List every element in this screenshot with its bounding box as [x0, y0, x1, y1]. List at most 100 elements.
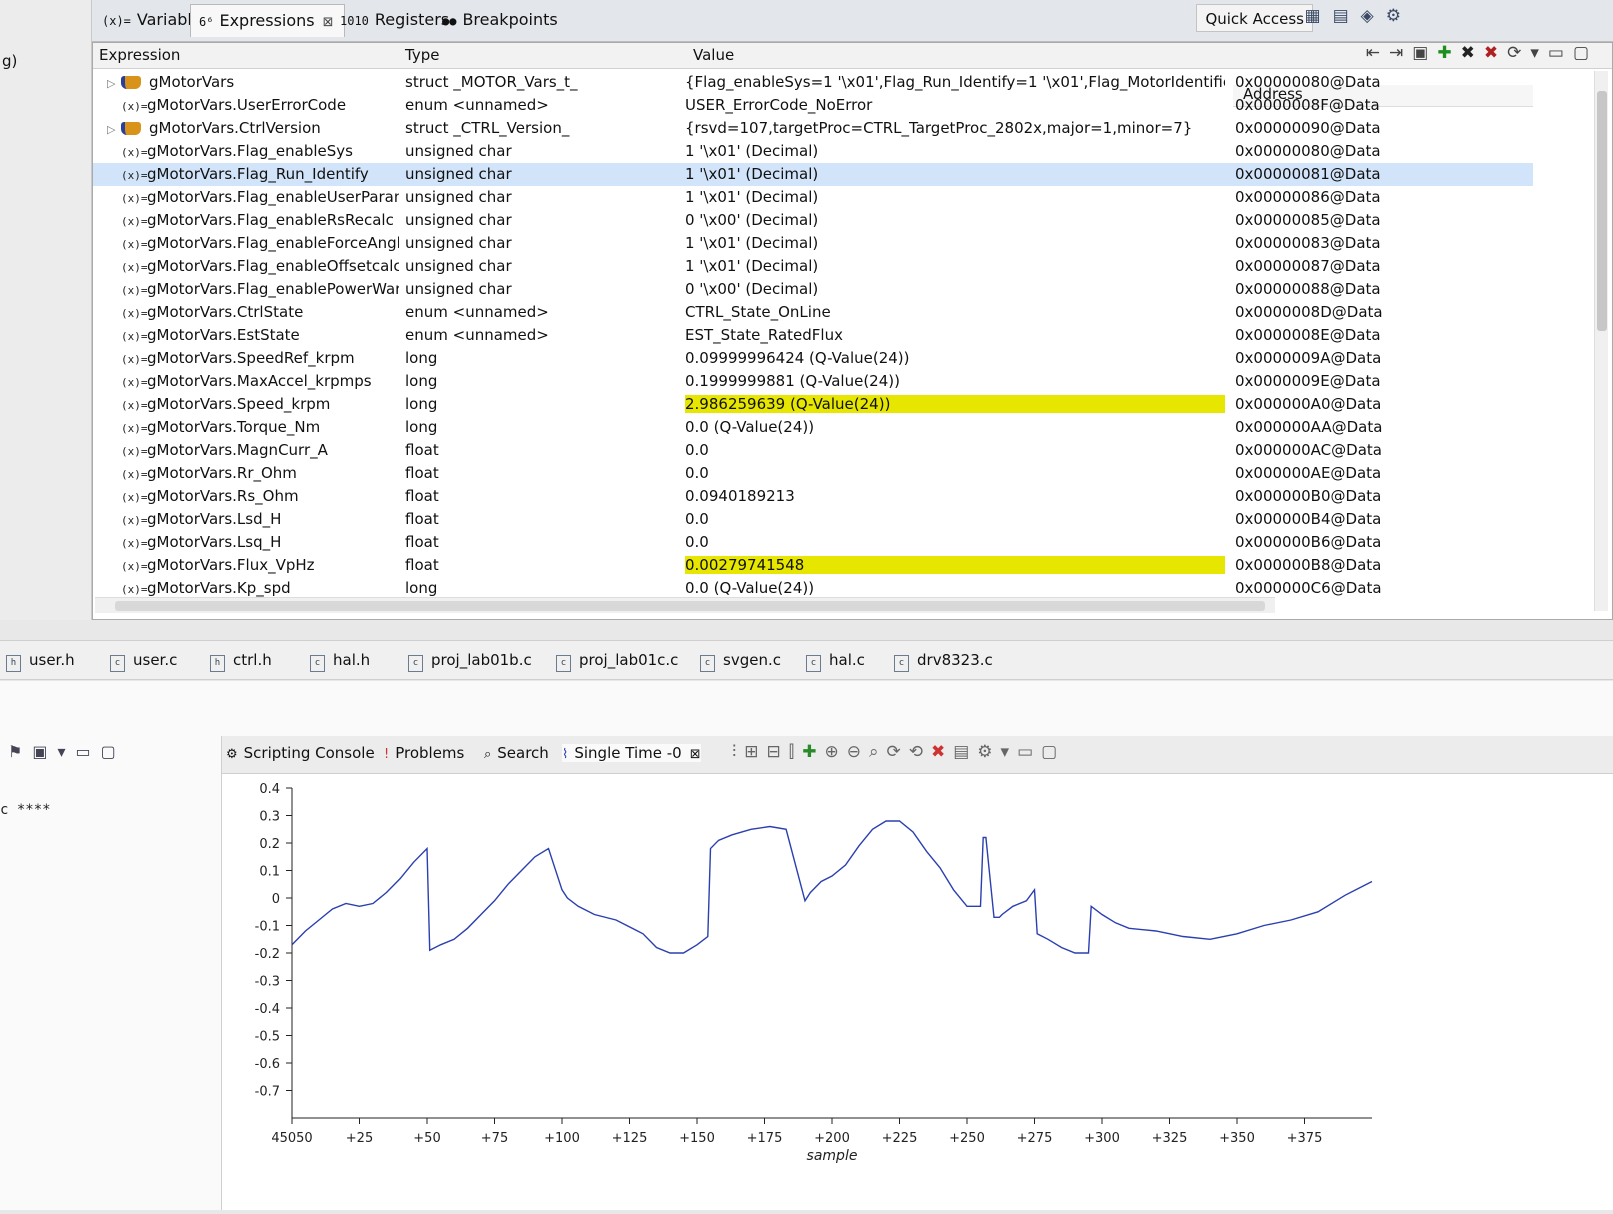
quick-access-field[interactable]: Quick Access	[1196, 4, 1313, 32]
table-row[interactable]: (x)=gMotorVars.MagnCurr_A float 0.0 0x00000…	[93, 439, 1533, 462]
editor-tab[interactable]: c hal.c	[806, 651, 865, 672]
cell-expression[interactable]: (x)=gMotorVars.Flag_enableRsRecalc	[107, 211, 399, 229]
table-row[interactable]: (x)=gMotorVars.UserErrorCode enum <unname…	[93, 94, 1533, 117]
tab-scripting-console[interactable]: ⚙ Scripting Console	[226, 744, 375, 762]
editor-tab[interactable]: c proj_lab01c.c	[556, 651, 678, 672]
header-expression[interactable]: Expression	[99, 46, 180, 64]
cell-value[interactable]: EST_State_RatedFlux	[685, 326, 1225, 344]
table-row[interactable]: (x)=gMotorVars.Rs_Ohm float 0.0940189213 0x…	[93, 485, 1533, 508]
cell-expression[interactable]: (x)=gMotorVars.Flag_enablePowerWarp	[107, 280, 399, 298]
vertical-scrollbar[interactable]	[1594, 71, 1608, 611]
cell-value[interactable]: 1 '\x01' (Decimal)	[685, 234, 1225, 252]
editor-tab[interactable]: c drv8323.c	[894, 651, 993, 672]
tab-problems[interactable]: ! Problems	[384, 744, 464, 762]
cell-value[interactable]: 0.0	[685, 441, 1225, 459]
cell-expression[interactable]: (x)=gMotorVars.Flag_enableOffsetcalc	[107, 257, 399, 275]
table-row[interactable]: (x)=gMotorVars.Flag_Run_Identify unsigned…	[93, 163, 1533, 186]
cell-value[interactable]: 2.986259639 (Q-Value(24))	[685, 395, 1225, 413]
cell-expression[interactable]: (x)=gMotorVars.Flag_Run_Identify	[107, 165, 399, 183]
table-row[interactable]: (x)=gMotorVars.Flag_enableSys unsigned ch…	[93, 140, 1533, 163]
cell-value[interactable]: 1 '\x01' (Decimal)	[685, 165, 1225, 183]
cell-value[interactable]: 0.0	[685, 510, 1225, 528]
cell-expression[interactable]: (x)=gMotorVars.Lsd_H	[107, 510, 399, 528]
cell-expression[interactable]: (x)=gMotorVars.Speed_krpm	[107, 395, 399, 413]
horizontal-scrollbar[interactable]	[95, 597, 1275, 613]
cell-expression[interactable]: (x)=gMotorVars.Rr_Ohm	[107, 464, 399, 482]
expressions-toolbar[interactable]: ⇤⇥▣✚✖✖⟳▾▭▢	[1366, 43, 1598, 69]
scroll-thumb[interactable]	[1597, 91, 1607, 331]
cell-expression[interactable]: (x)=gMotorVars.UserErrorCode	[107, 96, 399, 114]
cell-expression[interactable]: (x)=gMotorVars.Flag_enableUserParams	[107, 188, 399, 206]
editor-tab[interactable]: c hal.h	[310, 651, 370, 672]
cell-expression[interactable]: ▷ gMotorVars.CtrlVersion	[107, 119, 399, 137]
editor-tab[interactable]: h user.h	[6, 651, 75, 672]
cell-value[interactable]: 0.0	[685, 533, 1225, 551]
table-row[interactable]: (x)=gMotorVars.EstState enum <unnamed> EST…	[93, 324, 1533, 347]
cell-expression[interactable]: ▷ gMotorVars	[107, 73, 399, 91]
cell-value[interactable]: {Flag_enableSys=1 '\x01',Flag_Run_Identi…	[685, 73, 1225, 91]
cell-value[interactable]: 0.0	[685, 464, 1225, 482]
editor-tab[interactable]: c user.c	[110, 651, 177, 672]
header-type[interactable]: Type	[405, 46, 439, 64]
cell-expression[interactable]: (x)=gMotorVars.Torque_Nm	[107, 418, 399, 436]
cell-expression[interactable]: (x)=gMotorVars.Flag_enableForceAngle	[107, 234, 399, 252]
cell-value[interactable]: 0.0 (Q-Value(24))	[685, 579, 1225, 597]
table-row[interactable]: (x)=gMotorVars.Lsd_H float 0.0 0x000000B4@D…	[93, 508, 1533, 531]
cell-expression[interactable]: (x)=gMotorVars.EstState	[107, 326, 399, 344]
cell-expression[interactable]: (x)=gMotorVars.Flag_enableSys	[107, 142, 399, 160]
header-value[interactable]: Value	[693, 46, 734, 64]
cell-value[interactable]: {rsvd=107,targetProc=CTRL_TargetProc_280…	[685, 119, 1225, 137]
table-row[interactable]: (x)=gMotorVars.CtrlState enum <unnamed> CT…	[93, 301, 1533, 324]
cell-value[interactable]: 0.1999999881 (Q-Value(24))	[685, 372, 1225, 390]
table-row[interactable]: (x)=gMotorVars.Flux_VpHz float 0.002797415…	[93, 554, 1533, 577]
editor-tab[interactable]: c svgen.c	[700, 651, 781, 672]
tab-breakpoints[interactable]: ●● Breakpoints	[434, 4, 568, 36]
graph-canvas[interactable]: 0.4 0.3 0.2 0.1 0 -0.1 -0.2 -0.3 -0.4 -0.5 -0.6 -0.…	[222, 774, 1613, 1210]
cell-expression[interactable]: (x)=gMotorVars.MaxAccel_krpmps	[107, 372, 399, 390]
table-row[interactable]: (x)=gMotorVars.Flag_enablePowerWarp unsig…	[93, 278, 1533, 301]
cell-value[interactable]: 0 '\x00' (Decimal)	[685, 211, 1225, 229]
cell-value[interactable]: 1 '\x01' (Decimal)	[685, 188, 1225, 206]
single-time-graph[interactable]: 0.4 0.3 0.2 0.1 0 -0.1 -0.2 -0.3 -0.4 -0.5 -0.6 -0.…	[222, 774, 1613, 1210]
cell-value[interactable]: 1 '\x01' (Decimal)	[685, 257, 1225, 275]
cell-value[interactable]: CTRL_State_OnLine	[685, 303, 1225, 321]
cell-expression[interactable]: (x)=gMotorVars.Kp_spd	[107, 579, 399, 597]
graph-toolbar[interactable]: ⫶⊞⊟⫿✚⊕⊖⌕⟳⟲✖▤⚙▾▭▢	[732, 742, 1065, 762]
cell-expression[interactable]: (x)=gMotorVars.Flux_VpHz	[107, 556, 399, 574]
table-row[interactable]: (x)=gMotorVars.Flag_enableForceAngle unsi…	[93, 232, 1533, 255]
cell-value[interactable]: 0.0940189213	[685, 487, 1225, 505]
perspective-icons[interactable]: ▦▤◈⚙	[1305, 6, 1413, 34]
table-row[interactable]: (x)=gMotorVars.Lsq_H float 0.0 0x000000B6@D…	[93, 531, 1533, 554]
cell-value[interactable]: 0.0 (Q-Value(24))	[685, 418, 1225, 436]
expand-arrow-icon[interactable]: ▷	[107, 123, 121, 136]
close-icon[interactable]: ⊠	[690, 747, 701, 762]
console-toolbar[interactable]: ⚑▣▾▭▢	[0, 736, 222, 768]
cell-value[interactable]: 1 '\x01' (Decimal)	[685, 142, 1225, 160]
cell-expression[interactable]: (x)=gMotorVars.SpeedRef_krpm	[107, 349, 399, 367]
table-row[interactable]: (x)=gMotorVars.MaxAccel_krpmps long 0.1999…	[93, 370, 1533, 393]
table-row[interactable]: (x)=gMotorVars.Flag_enableRsRecalc unsign…	[93, 209, 1533, 232]
expand-arrow-icon[interactable]: ▷	[107, 77, 121, 90]
tab-single-time[interactable]: ⌇ Single Time -0 ⊠	[562, 744, 701, 762]
cell-value[interactable]: 0 '\x00' (Decimal)	[685, 280, 1225, 298]
table-row[interactable]: (x)=gMotorVars.Torque_Nm long 0.0 (Q-Value…	[93, 416, 1533, 439]
table-row[interactable]: (x)=gMotorVars.Flag_enableOffsetcalc unsi…	[93, 255, 1533, 278]
cell-expression[interactable]: (x)=gMotorVars.CtrlState	[107, 303, 399, 321]
table-row[interactable]: ▷ gMotorVars.CtrlVersion struct _CTRL_Vers…	[93, 117, 1533, 140]
cell-expression[interactable]: (x)=gMotorVars.MagnCurr_A	[107, 441, 399, 459]
cell-expression[interactable]: (x)=gMotorVars.Lsq_H	[107, 533, 399, 551]
editor-tab[interactable]: c proj_lab01b.c	[408, 651, 532, 672]
tab-expressions[interactable]: 6⁶ Expressions ⊠	[190, 4, 345, 37]
table-row[interactable]: (x)=gMotorVars.SpeedRef_krpm long 0.099999…	[93, 347, 1533, 370]
editor-tab[interactable]: h ctrl.h	[210, 651, 272, 672]
cell-value[interactable]: 0.09999996424 (Q-Value(24))	[685, 349, 1225, 367]
table-row[interactable]: ▷ gMotorVars struct _MOTOR_Vars_t_ {Flag_en…	[93, 71, 1533, 94]
table-row[interactable]: (x)=gMotorVars.Flag_enableUserParams unsi…	[93, 186, 1533, 209]
tab-search[interactable]: ⌕ Search	[484, 744, 549, 762]
cell-value[interactable]: 0.00279741548	[685, 556, 1225, 574]
table-row[interactable]: (x)=gMotorVars.Speed_krpm long 2.986259639…	[93, 393, 1533, 416]
table-row[interactable]: (x)=gMotorVars.Rr_Ohm float 0.0 0x000000AE@…	[93, 462, 1533, 485]
cell-value[interactable]: USER_ErrorCode_NoError	[685, 96, 1225, 114]
cell-expression[interactable]: (x)=gMotorVars.Rs_Ohm	[107, 487, 399, 505]
scroll-thumb-horizontal[interactable]	[115, 601, 1265, 611]
